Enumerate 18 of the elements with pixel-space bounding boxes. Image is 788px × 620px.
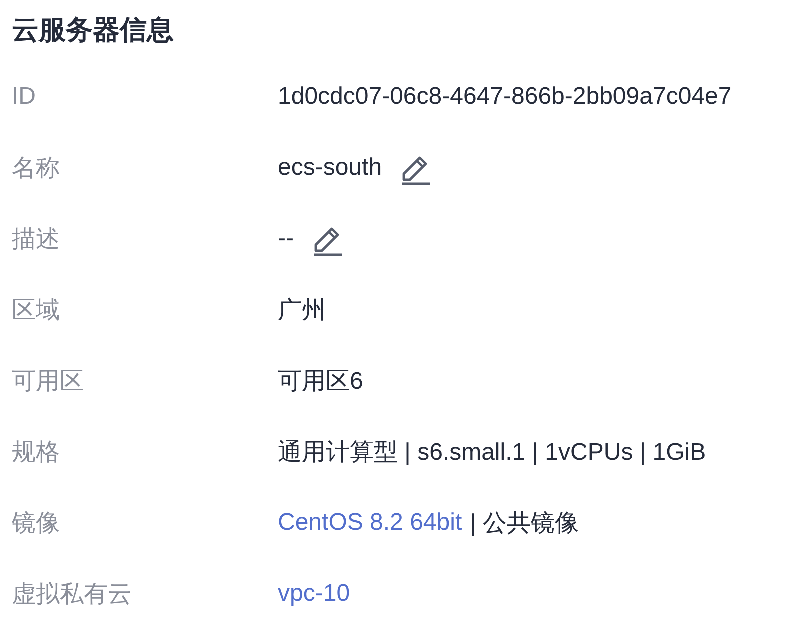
field-label: 镜像 xyxy=(12,508,61,538)
field-label: 规格 xyxy=(12,438,61,468)
field-value: 可用区6 xyxy=(278,366,364,396)
field-label: 区域 xyxy=(12,296,61,326)
field-value: -- xyxy=(278,224,294,252)
field-value: 通用计算型 | s6.small.1 | 1vCPUs | 1GiB xyxy=(278,438,706,468)
value-link[interactable]: vpc-10 xyxy=(278,580,350,608)
field-value: 1d0cdc07-06c8-4647-866b-2bb09a7c04e7 xyxy=(278,82,732,110)
section-title: 云服务器信息 xyxy=(12,14,175,47)
field-value: 广州 xyxy=(278,296,326,326)
field-label: 描述 xyxy=(12,224,61,254)
field-value: ecs-south xyxy=(278,154,382,182)
field-label: 名称 xyxy=(12,154,61,184)
value-link[interactable]: CentOS 8.2 64bit xyxy=(278,508,462,536)
field-label: ID xyxy=(12,82,37,110)
field-label: 可用区 xyxy=(12,366,85,396)
field-label: 虚拟私有云 xyxy=(12,580,133,610)
field-value: | 公共镜像 xyxy=(470,508,580,538)
